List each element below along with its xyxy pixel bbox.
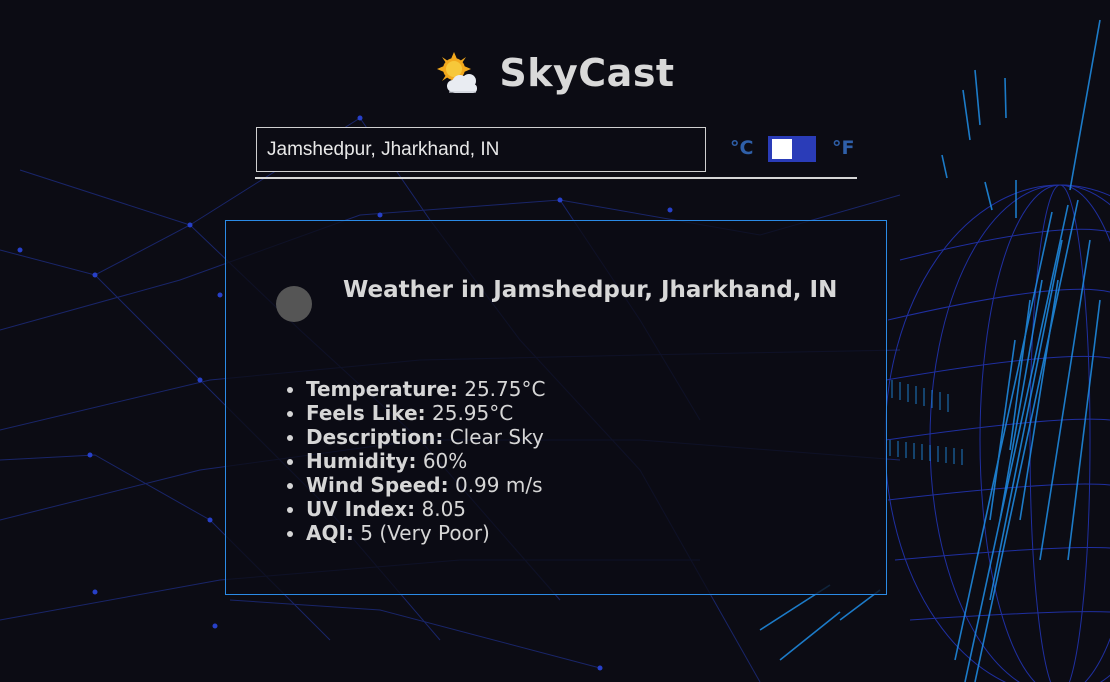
detail-value: 8.05 [421, 497, 467, 521]
detail-description: Description: Clear Sky [306, 425, 545, 449]
detail-value: 5 (Very Poor) [360, 521, 490, 545]
detail-label: Temperature: [306, 377, 458, 401]
detail-wind-speed: Wind Speed: 0.99 m/s [306, 473, 545, 497]
weather-condition-icon [276, 286, 312, 322]
detail-value: 25.75°C [464, 377, 546, 401]
detail-value: 0.99 m/s [454, 473, 543, 497]
app-title: SkyCast [499, 51, 675, 95]
unit-toggle-switch[interactable] [768, 136, 816, 162]
detail-uv-index: UV Index: 8.05 [306, 497, 545, 521]
detail-label: AQI: [306, 521, 354, 545]
detail-label: Feels Like: [306, 401, 426, 425]
detail-label: Description: [306, 425, 444, 449]
app-header: SkyCast [0, 48, 1110, 98]
toggle-knob[interactable] [772, 139, 792, 159]
detail-feels-like: Feels Like: 25.95°C [306, 401, 545, 425]
sun-behind-cloud-icon [437, 52, 478, 93]
detail-value: Clear Sky [449, 425, 544, 449]
detail-value: 60% [422, 449, 468, 473]
location-search-input[interactable] [256, 127, 706, 172]
search-underline [255, 177, 857, 179]
detail-value: 25.95°C [432, 401, 514, 425]
detail-label: Wind Speed: [306, 473, 449, 497]
detail-label: Humidity: [306, 449, 417, 473]
fahrenheit-label: °F [832, 137, 855, 159]
weather-card: Weather in Jamshedpur, Jharkhand, IN Tem… [225, 220, 887, 595]
detail-temperature: Temperature: 25.75°C [306, 377, 545, 401]
detail-humidity: Humidity: 60% [306, 449, 545, 473]
detail-aqi: AQI: 5 (Very Poor) [306, 521, 545, 545]
search-bar: °C °F [255, 127, 857, 179]
celsius-label: °C [730, 137, 754, 159]
detail-label: UV Index: [306, 497, 416, 521]
weather-details-list: Temperature: 25.75°C Feels Like: 25.95°C… [287, 377, 545, 545]
weather-title: Weather in Jamshedpur, Jharkhand, IN [343, 277, 838, 303]
